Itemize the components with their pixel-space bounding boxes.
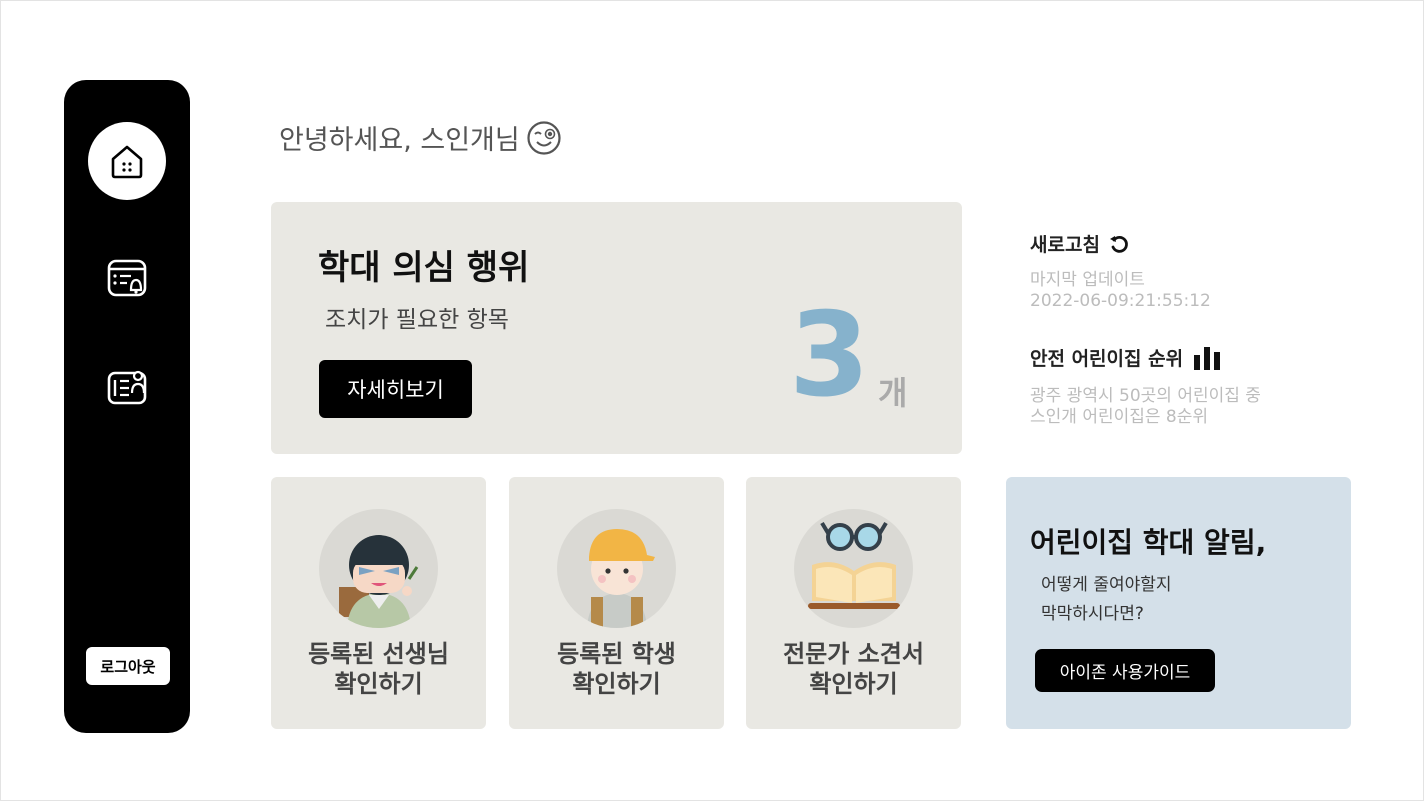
expert-report-avatar: [794, 509, 913, 628]
nav-reports-button[interactable]: [102, 363, 152, 413]
refresh-button[interactable]: 새로고침: [1030, 230, 1130, 257]
last-update-time: 2022-06-09:21:55:12: [1030, 291, 1211, 311]
teacher-avatar: [319, 509, 438, 628]
teacher-icon: [339, 535, 419, 628]
wink-emoji-icon: [527, 120, 561, 155]
ranking-header: 안전 어린이집 순위: [1030, 344, 1221, 371]
teachers-label-line-2: 확인하기: [334, 670, 423, 698]
teachers-label: 등록된 선생님 확인하기: [271, 639, 486, 699]
student-icon: [587, 529, 655, 628]
sidebar: 로그아웃: [64, 80, 190, 733]
ranking-title: 안전 어린이집 순위: [1030, 348, 1184, 370]
last-update-label: 마지막 업데이트: [1030, 270, 1145, 290]
report-person-icon: [107, 370, 147, 405]
usage-guide-button[interactable]: 아이존 사용가이드: [1035, 649, 1215, 692]
guide-desc-line-2: 막막하시다면?: [1041, 604, 1144, 624]
logout-button[interactable]: 로그아웃: [86, 647, 170, 685]
home-icon: [111, 145, 143, 179]
ranking-line-1: 광주 광역시 50곳의 어린이집 중: [1030, 386, 1261, 406]
hero-count: 3: [789, 288, 870, 423]
expert-report-label: 전문가 소견서 확인하기: [746, 639, 961, 699]
refresh-icon: [1109, 235, 1128, 253]
last-update: 마지막 업데이트 2022-06-09:21:55:12: [1030, 270, 1211, 312]
expert-report-label-line-2: 확인하기: [809, 670, 898, 698]
guide-desc-line-1: 어떻게 줄여야할지: [1041, 575, 1172, 595]
student-avatar: [557, 509, 676, 628]
guide-description: 어떻게 줄여야할지 막막하시다면?: [1041, 571, 1172, 629]
nav-alerts-button[interactable]: [102, 253, 152, 303]
guide-title: 어린이집 학대 알림,: [1030, 526, 1267, 559]
registered-students-card[interactable]: 등록된 학생 확인하기: [509, 477, 724, 729]
hero-count-unit: 개: [878, 374, 908, 412]
bar-chart-icon: [1194, 346, 1221, 370]
view-details-button[interactable]: 자세히보기: [319, 360, 472, 418]
abuse-suspicion-card: 학대 의심 행위 조치가 필요한 항목 자세히보기 3 개: [271, 202, 962, 454]
students-label: 등록된 학생 확인하기: [509, 639, 724, 699]
teachers-label-line-1: 등록된 선생님: [308, 640, 449, 668]
expert-report-label-line-1: 전문가 소견서: [783, 640, 924, 668]
registered-teachers-card[interactable]: 등록된 선생님 확인하기: [271, 477, 486, 729]
book-glasses-icon: [808, 521, 900, 609]
alert-list-icon: [107, 259, 147, 297]
expert-report-card[interactable]: 전문가 소견서 확인하기: [746, 477, 961, 729]
hero-title: 학대 의심 행위: [318, 248, 530, 288]
hero-subtitle: 조치가 필요한 항목: [325, 307, 509, 333]
students-label-line-2: 확인하기: [572, 670, 661, 698]
refresh-title: 새로고침: [1030, 234, 1100, 256]
ranking-desc: 광주 광역시 50곳의 어린이집 중 스인개 어린이집은 8순위: [1030, 386, 1261, 428]
students-label-line-1: 등록된 학생: [557, 640, 676, 668]
guide-card: 어린이집 학대 알림, 어떻게 줄여야할지 막막하시다면? 아이존 사용가이드: [1006, 477, 1351, 729]
greeting-text: 안녕하세요, 스인개님: [279, 125, 520, 156]
ranking-line-2: 스인개 어린이집은 8순위: [1030, 407, 1209, 427]
nav-home-button[interactable]: [88, 122, 166, 200]
greeting: 안녕하세요, 스인개님: [279, 118, 562, 157]
